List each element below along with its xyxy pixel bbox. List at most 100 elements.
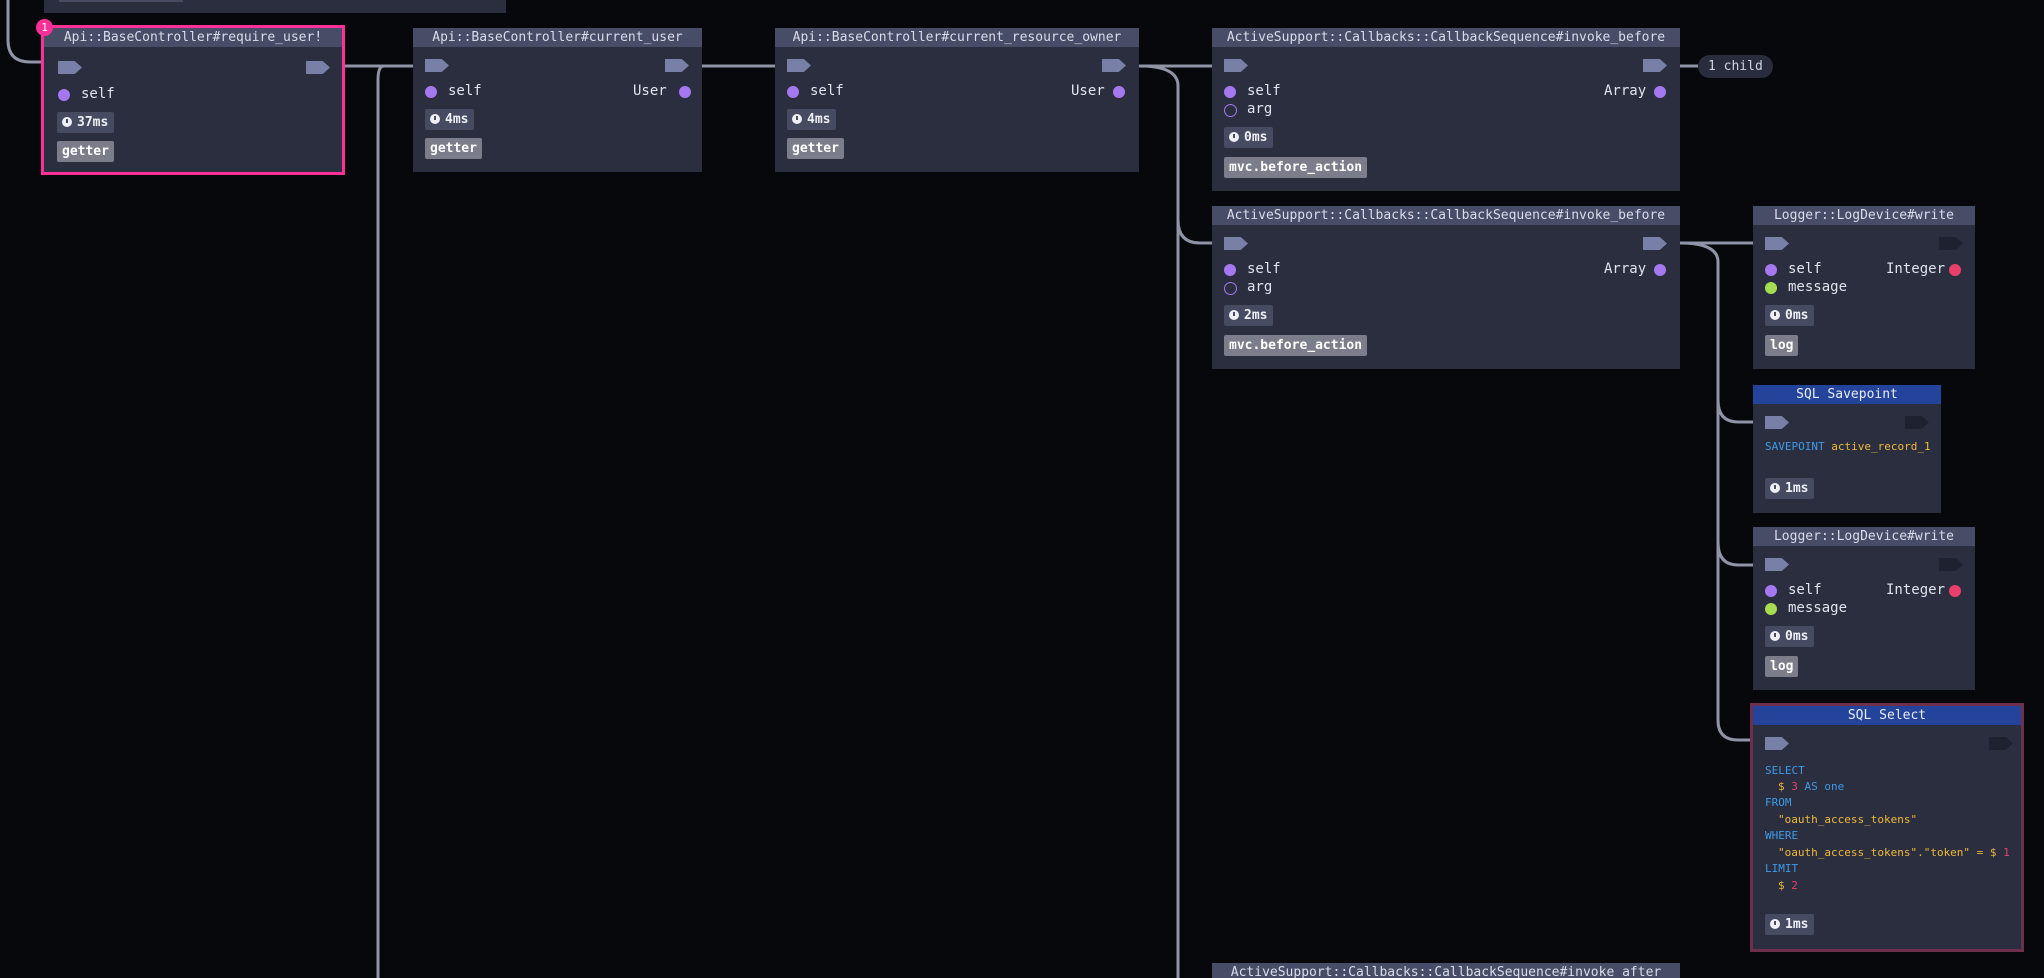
node-invoke-before-1[interactable]: ActiveSupport::Callbacks::CallbackSequen…: [1212, 28, 1680, 191]
node-invoke-before-2[interactable]: ActiveSupport::Callbacks::CallbackSequen…: [1212, 206, 1680, 369]
port-flag-icon[interactable]: [1765, 558, 1789, 571]
self-dot: [787, 86, 799, 98]
self-dot: [1765, 264, 1777, 276]
sql-line: SELECT: [1765, 764, 1805, 777]
param-self: self: [1788, 582, 1822, 598]
sql-text: SAVEPOINT active_record_1: [1765, 440, 1931, 453]
selection-badge: 1: [36, 19, 53, 36]
node-title: SQL Savepoint: [1753, 385, 1941, 404]
port-flag-icon[interactable]: [1224, 59, 1248, 72]
port-flag-icon[interactable]: [1102, 59, 1126, 72]
wire-to-sql-savepoint: [1716, 399, 1753, 424]
parent-node-stub[interactable]: [44, 0, 506, 13]
node-title: Api::BaseController#current_user: [413, 28, 702, 47]
port-flag-icon[interactable]: [665, 59, 689, 72]
clock-icon: [430, 114, 440, 124]
label-tag: getter: [787, 138, 844, 159]
clock-icon: [792, 114, 802, 124]
sql-line: LIMIT: [1765, 862, 1799, 875]
clock-icon: [62, 117, 72, 127]
return-type: Array: [1604, 261, 1647, 277]
sql-line: $ 3 AS one: [1778, 780, 1845, 793]
duration-pill: 37ms: [57, 112, 115, 133]
port-flag-icon[interactable]: [1765, 237, 1789, 250]
clock-icon: [1770, 310, 1780, 320]
return-dot: [679, 86, 691, 98]
return-type: User: [633, 83, 667, 99]
return-type: Array: [1604, 83, 1647, 99]
port-flag-icon[interactable]: [1224, 237, 1248, 250]
port-flag-icon[interactable]: [425, 59, 449, 72]
duration-pill: 1ms: [1765, 914, 1815, 935]
param-self: self: [81, 86, 115, 102]
return-type: User: [1071, 83, 1105, 99]
wire-require-user-trunk: [344, 64, 385, 978]
node-title: ActiveSupport::Callbacks::CallbackSequen…: [1212, 963, 1680, 978]
sql-line: $ 2: [1778, 879, 1798, 892]
duration-pill: 0ms: [1224, 127, 1274, 148]
return-dot: [1654, 86, 1666, 98]
sql-line: "oauth_access_tokens": [1778, 813, 1918, 826]
children-chip[interactable]: 1 child: [1698, 55, 1773, 78]
param-arg: arg: [1247, 101, 1273, 117]
wire-to-invoke-before-2: [1176, 219, 1212, 245]
return-dot: [1949, 264, 1961, 276]
param-self: self: [1247, 261, 1281, 277]
return-dot: [1949, 585, 1961, 597]
node-require-user[interactable]: Api::BaseController#require_user! self 3…: [41, 25, 345, 175]
port-flag-icon[interactable]: [1643, 237, 1667, 250]
clock-icon: [1770, 483, 1780, 493]
label-tag: mvc.before_action: [1224, 335, 1368, 356]
duration-pill: 4ms: [425, 109, 475, 130]
port-flag-icon[interactable]: [1765, 416, 1789, 429]
port-flag-icon[interactable]: [306, 61, 330, 74]
port-flag-icon[interactable]: [58, 61, 82, 74]
param-message: message: [1788, 279, 1848, 295]
self-dot: [425, 86, 437, 98]
node-invoke-after[interactable]: ActiveSupport::Callbacks::CallbackSequen…: [1212, 963, 1680, 978]
node-logdevice-write-2[interactable]: Logger::LogDevice#write self Integer mes…: [1753, 527, 1975, 690]
node-sql-savepoint[interactable]: SQL Savepoint SAVEPOINT active_record_1 …: [1753, 385, 1941, 513]
param-arg: arg: [1247, 279, 1273, 295]
node-logdevice-write-1[interactable]: Logger::LogDevice#write self Integer mes…: [1753, 206, 1975, 369]
return-type: Integer: [1886, 261, 1946, 277]
wire-invoke-before-2-trunk: [1679, 241, 1753, 742]
return-dot: [1654, 264, 1666, 276]
label-tag: getter: [425, 138, 482, 159]
port-flag-icon[interactable]: [1905, 416, 1929, 429]
arg-dot: [1224, 104, 1237, 117]
duration-pill: 4ms: [787, 109, 837, 130]
node-title: ActiveSupport::Callbacks::CallbackSequen…: [1212, 206, 1680, 225]
port-flag-icon[interactable]: [1765, 737, 1789, 750]
self-dot: [1765, 585, 1777, 597]
param-self: self: [810, 83, 844, 99]
port-flag-icon[interactable]: [1939, 237, 1963, 250]
label-tag: mvc.before_action: [1224, 157, 1368, 178]
message-dot: [1765, 603, 1777, 615]
port-flag-icon[interactable]: [1643, 59, 1667, 72]
self-dot: [58, 89, 70, 101]
node-sql-select[interactable]: SQL Select SELECT $ 3 AS one FROM "oauth…: [1750, 703, 2024, 952]
port-flag-icon[interactable]: [1939, 558, 1963, 571]
node-current-user[interactable]: Api::BaseController#current_user self Us…: [413, 28, 702, 172]
label-tag: log: [1765, 656, 1799, 677]
wire-to-logdevice-2: [1716, 541, 1753, 567]
duration-pill: 2ms: [1224, 305, 1274, 326]
node-title: Logger::LogDevice#write: [1753, 206, 1975, 225]
message-dot: [1765, 282, 1777, 294]
port-flag-icon[interactable]: [787, 59, 811, 72]
sql-line: WHERE: [1765, 829, 1799, 842]
clock-icon: [1770, 919, 1780, 929]
port-flag-icon[interactable]: [1989, 737, 2013, 750]
duration-pill: 0ms: [1765, 305, 1815, 326]
node-title: Api::BaseController#current_resource_own…: [775, 28, 1139, 47]
arg-dot: [1224, 282, 1237, 295]
clock-icon: [1770, 631, 1780, 641]
sql-line: FROM: [1765, 796, 1792, 809]
node-title: Logger::LogDevice#write: [1753, 527, 1975, 546]
sql-line: "oauth_access_tokens"."token" = $ 1: [1778, 846, 2010, 859]
param-self: self: [448, 83, 482, 99]
node-current-resource-owner[interactable]: Api::BaseController#current_resource_own…: [775, 28, 1139, 172]
node-title: ActiveSupport::Callbacks::CallbackSequen…: [1212, 28, 1680, 47]
duration-pill: 0ms: [1765, 626, 1815, 647]
